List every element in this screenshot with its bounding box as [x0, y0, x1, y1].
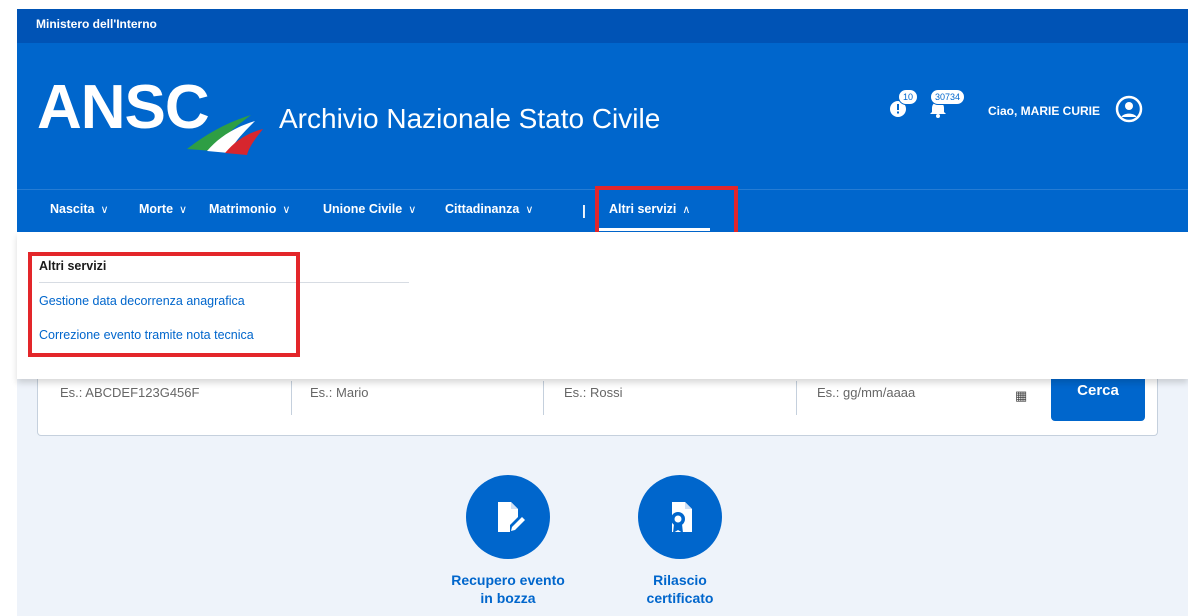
- chevron-down-icon: ∨: [525, 204, 534, 216]
- site-title: Archivio Nazionale Stato Civile: [279, 103, 661, 134]
- italy-flag-swoosh-icon: [187, 115, 263, 155]
- nav-label: Morte: [139, 202, 174, 216]
- chevron-down-icon: ∨: [282, 204, 291, 216]
- nav-label: Cittadinanza: [445, 202, 520, 216]
- service-label: Recupero evento in bozza: [428, 571, 588, 607]
- fiscal-code-input[interactable]: Es.: ABCDEF123G456F: [60, 385, 199, 400]
- nav-label: Unione Civile: [323, 202, 403, 216]
- birth-date-input[interactable]: Es.: gg/mm/aaaa: [817, 385, 915, 400]
- notifications-badge: 30734: [930, 89, 966, 105]
- nav-separator: |: [582, 202, 586, 218]
- nav-item-morte[interactable]: Morte ∨: [139, 202, 187, 216]
- service-label-line: Rilascio: [653, 572, 707, 588]
- certificate-icon: [671, 502, 692, 533]
- calendar-icon[interactable]: ▦: [1015, 388, 1027, 404]
- field-divider: [291, 381, 292, 415]
- chevron-down-icon: ∨: [179, 204, 188, 216]
- nav-item-nascita[interactable]: Nascita ∨: [50, 202, 109, 216]
- alerts-badge: 10: [898, 89, 919, 105]
- ministry-bar: Ministero dell'Interno: [17, 9, 1188, 43]
- main-content: Es.: ABCDEF123G456F Es.: Mario Es.: Ross…: [17, 367, 1188, 616]
- user-greeting: Ciao, MARIE CURIE: [988, 104, 1101, 118]
- user-menu-button[interactable]: [1115, 95, 1143, 128]
- nav-item-cittadinanza[interactable]: Cittadinanza ∨: [445, 202, 533, 216]
- search-button[interactable]: Cerca: [1051, 375, 1145, 421]
- highlight-box-dropdown: [28, 252, 300, 357]
- service-icon-circle: [638, 475, 722, 559]
- service-label: Rilascio certificato: [600, 571, 760, 607]
- service-label-line: Recupero evento: [451, 572, 565, 588]
- chevron-down-icon: ∨: [408, 204, 417, 216]
- site-header: ANSC Archivio Nazionale Stato Civile 10 …: [17, 43, 1188, 189]
- nav-label: Nascita: [50, 202, 95, 216]
- alerts-button[interactable]: 10: [888, 89, 919, 124]
- service-recupero-evento[interactable]: Recupero evento in bozza: [428, 475, 588, 607]
- nav-item-unione-civile[interactable]: Unione Civile ∨: [323, 202, 416, 216]
- service-rilascio-certificato[interactable]: Rilascio certificato: [600, 475, 760, 607]
- field-divider: [543, 381, 544, 415]
- chevron-down-icon: ∨: [100, 204, 109, 216]
- document-edit-icon: [498, 502, 525, 532]
- field-divider: [796, 381, 797, 415]
- ministry-label: Ministero dell'Interno: [36, 17, 157, 31]
- last-name-input[interactable]: Es.: Rossi: [564, 385, 623, 400]
- nav-item-matrimonio[interactable]: Matrimonio ∨: [209, 202, 290, 216]
- service-label-line: certificato: [646, 590, 714, 606]
- header-actions: 10 30734 Ciao, MARIE CURIE: [888, 89, 1188, 133]
- user-avatar-icon: [1115, 95, 1143, 123]
- service-label-line: in bozza: [480, 590, 536, 606]
- nav-label: Matrimonio: [209, 202, 277, 216]
- first-name-input[interactable]: Es.: Mario: [310, 385, 369, 400]
- notifications-button[interactable]: 30734: [926, 89, 966, 124]
- service-icon-circle: [466, 475, 550, 559]
